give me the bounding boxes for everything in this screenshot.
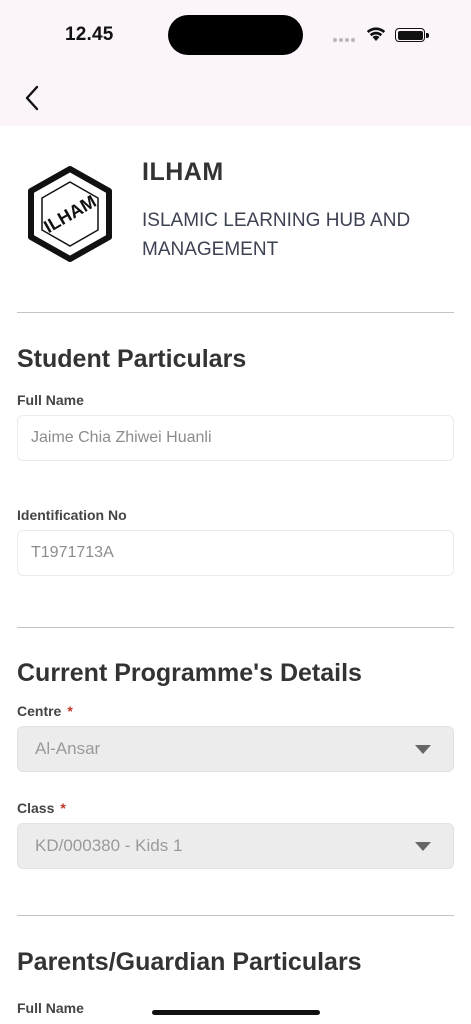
centre-label: Centre * bbox=[17, 703, 73, 719]
required-mark: * bbox=[67, 703, 73, 719]
class-selected-value: KD/000380 - Kids 1 bbox=[35, 836, 183, 855]
battery-icon bbox=[395, 28, 429, 42]
home-indicator bbox=[152, 1010, 320, 1015]
divider bbox=[17, 627, 454, 628]
identification-no-value: T1971713A bbox=[31, 544, 114, 561]
centre-selected-value: Al-Ansar bbox=[35, 739, 101, 758]
ilham-logo: ILHAM bbox=[28, 166, 112, 262]
dynamic-island bbox=[168, 15, 303, 55]
full-name-label: Full Name bbox=[17, 392, 84, 408]
section-title-student-particulars: Student Particulars bbox=[17, 345, 247, 373]
nav-bar bbox=[0, 70, 471, 126]
status-time: 12.45 bbox=[65, 24, 114, 45]
divider bbox=[17, 312, 454, 313]
section-title-programme-details: Current Programme's Details bbox=[17, 659, 362, 687]
brand-header: ILHAM ILHAM ISLAMIC LEARNING HUB AND MAN… bbox=[17, 150, 454, 280]
required-mark: * bbox=[60, 800, 66, 816]
identification-no-field[interactable]: T1971713A bbox=[17, 530, 454, 576]
class-label: Class * bbox=[17, 800, 66, 816]
back-button[interactable] bbox=[14, 80, 50, 116]
full-name-field[interactable]: Jaime Chia Zhiwei Huanli bbox=[17, 415, 454, 461]
full-name-value: Jaime Chia Zhiwei Huanli bbox=[31, 429, 212, 446]
brand-subtitle: ISLAMIC LEARNING HUB AND MANAGEMENT bbox=[142, 210, 411, 260]
chevron-left-icon bbox=[25, 85, 39, 111]
status-bar: 12.45 bbox=[0, 0, 471, 70]
identification-no-label: Identification No bbox=[17, 507, 127, 523]
signal-icon bbox=[333, 38, 355, 42]
guardian-full-name-label: Full Name bbox=[17, 1000, 84, 1016]
centre-select[interactable]: Al-Ansar bbox=[17, 726, 454, 772]
caret-down-icon bbox=[415, 842, 431, 851]
class-select[interactable]: KD/000380 - Kids 1 bbox=[17, 823, 454, 869]
centre-label-text: Centre bbox=[17, 703, 62, 719]
caret-down-icon bbox=[415, 745, 431, 754]
brand-name: ILHAM bbox=[142, 158, 224, 186]
class-label-text: Class bbox=[17, 800, 55, 816]
logo-text: ILHAM bbox=[40, 191, 99, 237]
divider bbox=[17, 915, 454, 916]
section-title-guardian-particulars: Parents/Guardian Particulars bbox=[17, 948, 362, 976]
wifi-icon bbox=[366, 27, 386, 41]
